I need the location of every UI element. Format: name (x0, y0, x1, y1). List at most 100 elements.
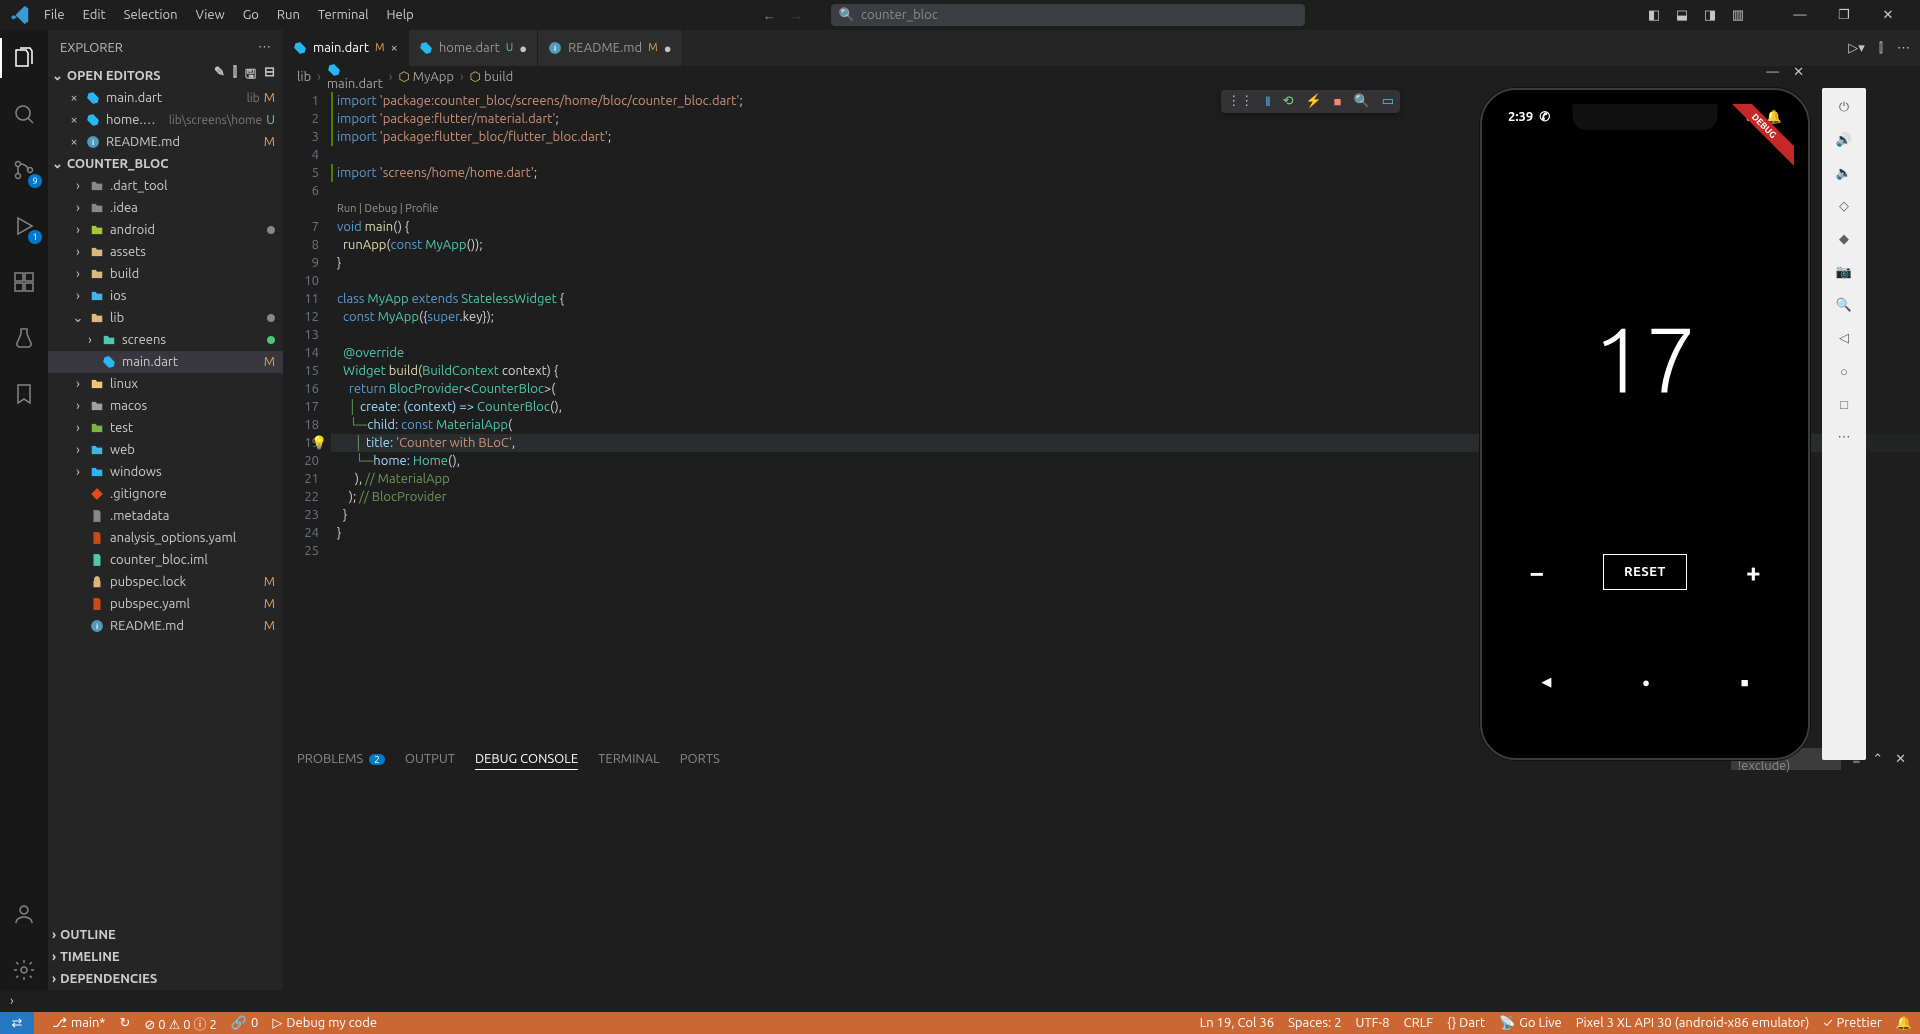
camera-icon[interactable]: 📷 (1836, 265, 1852, 280)
emulator-minimize-icon[interactable]: — (1766, 65, 1779, 79)
nav-back-icon[interactable]: ◀ (1541, 675, 1551, 690)
tree-item[interactable]: .gitignore (48, 483, 283, 505)
back-icon[interactable]: ◁ (1839, 331, 1849, 346)
tree-item[interactable]: ›android (48, 219, 283, 241)
branch-item[interactable]: ⎇main* (52, 1016, 105, 1031)
menu-help[interactable]: Help (378, 4, 421, 26)
menu-terminal[interactable]: Terminal (310, 4, 377, 26)
tree-item[interactable]: ⌄lib (48, 307, 283, 329)
tree-item[interactable]: counter_bloc.iml (48, 549, 283, 571)
editor-tab[interactable]: iREADME.mdM● (538, 30, 682, 66)
links-item[interactable]: 🔗0 (231, 1016, 259, 1031)
status-item[interactable]: ✓Prettier (1823, 1016, 1881, 1030)
close-all-icon[interactable]: ⊟ (264, 65, 275, 87)
tree-item[interactable]: ›test (48, 417, 283, 439)
save-all-icon[interactable]: 🖫 (245, 65, 256, 87)
sync-item[interactable]: ↻ (119, 1016, 130, 1031)
layout-sidebar-right-icon[interactable]: ◨ (1702, 7, 1718, 23)
open-editors-header[interactable]: ⌄ OPEN EDITORS ✎ ⫿ 🖫 ⊟ (48, 65, 283, 87)
tree-item[interactable]: ›assets (48, 241, 283, 263)
debug-toolbar[interactable]: ⋮⋮ ‖ ⟲ ⚡ ■ 🔍 ▭ (1221, 90, 1400, 113)
status-item[interactable]: UTF-8 (1356, 1016, 1390, 1030)
tree-item[interactable]: .metadata (48, 505, 283, 527)
layout-panel-icon[interactable]: ⬓ (1674, 7, 1690, 23)
split-icon[interactable]: ⫿ (1879, 41, 1883, 56)
devtools-icon[interactable]: 🔍 (1354, 94, 1370, 109)
sidebar-more-icon[interactable]: ⋯ (258, 40, 271, 55)
layout-sidebar-left-icon[interactable]: ◧ (1646, 7, 1662, 23)
menu-selection[interactable]: Selection (116, 4, 186, 26)
panel-tab-problems[interactable]: PROBLEMS2 (297, 752, 385, 766)
project-header[interactable]: ⌄ COUNTER_BLOC (48, 153, 283, 175)
tree-item[interactable]: ›screens (48, 329, 283, 351)
stop-icon[interactable]: ■ (1334, 94, 1342, 109)
tree-item[interactable]: ›ios (48, 285, 283, 307)
decrement-button[interactable]: − (1522, 558, 1552, 587)
volume-down-icon[interactable]: 🔈 (1836, 166, 1852, 181)
activity-debug-icon[interactable]: 1 (0, 206, 48, 246)
tree-item[interactable]: main.dartM (48, 351, 283, 373)
run-icon[interactable]: ▷▾ (1848, 41, 1865, 56)
zoom-icon[interactable]: 🔍 (1836, 298, 1852, 313)
status-item[interactable]: {} Dart (1447, 1016, 1485, 1030)
status-item[interactable]: CRLF (1404, 1016, 1434, 1030)
more-icon[interactable]: ⋯ (1838, 430, 1851, 445)
nav-back-icon[interactable]: ← (763, 8, 776, 23)
new-untitled-icon[interactable]: ✎ (214, 65, 225, 87)
command-center[interactable]: 🔍 counter_bloc (831, 4, 1305, 26)
collapse-icon[interactable]: ⌃ (1872, 752, 1883, 767)
tree-item[interactable]: ›web (48, 439, 283, 461)
status-item[interactable]: Spaces: 2 (1288, 1016, 1341, 1030)
tree-item[interactable]: ›.dart_tool (48, 175, 283, 197)
breadcrumb-item[interactable]: ⬡ build (470, 70, 514, 85)
tree-item[interactable]: ›.idea (48, 197, 283, 219)
panel-tab-terminal[interactable]: TERMINAL (598, 752, 660, 766)
restart-icon[interactable]: ⟲ (1283, 94, 1294, 109)
power-icon[interactable]: ⏻ (1839, 100, 1849, 115)
window-minimize-button[interactable]: — (1778, 0, 1822, 30)
panel-tab-debug-console[interactable]: DEBUG CONSOLE (475, 752, 578, 770)
menu-file[interactable]: File (36, 4, 73, 26)
nav-forward-icon[interactable]: → (790, 8, 803, 23)
tree-item[interactable]: ›macos (48, 395, 283, 417)
layout-customize-icon[interactable]: ▥ (1730, 7, 1746, 23)
home-icon[interactable]: ○ (1840, 364, 1848, 379)
breadcrumb-item[interactable]: ⬡ MyApp (398, 70, 454, 85)
section-timeline[interactable]: ›TIMELINE (48, 946, 283, 968)
status-item[interactable]: 📡Go Live (1499, 1016, 1562, 1031)
breadcrumb-item[interactable]: lib (297, 70, 311, 84)
lightbulb-icon[interactable]: 💡 (311, 434, 327, 452)
device-screen[interactable]: 2:39 ✆ ▾ ▴ 🔔 DEBUG 17 − RESET (1496, 104, 1794, 710)
panel-tab-ports[interactable]: PORTS (680, 752, 720, 766)
rotate-left-icon[interactable]: ◇ (1839, 199, 1849, 214)
tree-item[interactable]: analysis_options.yaml (48, 527, 283, 549)
menu-view[interactable]: View (188, 4, 233, 26)
status-item[interactable]: Pixel 3 XL API 30 (android-x86 emulator) (1576, 1016, 1810, 1030)
toggle-vertical-icon[interactable]: ⫿ (233, 65, 237, 87)
remote-button[interactable]: ⇄ (0, 1012, 34, 1034)
close-panel-icon[interactable]: ✕ (1895, 752, 1906, 767)
open-editor-item[interactable]: ×home.dartlib\screens\homeU (48, 109, 283, 131)
more-icon[interactable]: ⋯ (1897, 41, 1910, 56)
tree-item[interactable]: pubspec.lockM (48, 571, 283, 593)
activity-testing-icon[interactable] (0, 318, 48, 358)
volume-up-icon[interactable]: 🔊 (1836, 133, 1852, 148)
tree-item[interactable]: iREADME.mdM (48, 615, 283, 637)
menu-run[interactable]: Run (269, 4, 308, 26)
menu-go[interactable]: Go (235, 4, 267, 26)
overview-icon[interactable]: □ (1840, 397, 1848, 412)
nav-recent-icon[interactable]: ■ (1741, 675, 1749, 690)
increment-button[interactable]: + (1738, 558, 1768, 587)
inspector-icon[interactable]: ▭ (1382, 94, 1394, 109)
open-editor-item[interactable]: ×iREADME.mdM (48, 131, 283, 153)
tree-item[interactable]: ›windows (48, 461, 283, 483)
activity-account-icon[interactable] (0, 894, 48, 934)
activity-bookmark-icon[interactable] (0, 374, 48, 414)
nav-home-icon[interactable]: ● (1642, 675, 1650, 690)
debug-console-content[interactable] (283, 775, 1920, 990)
reset-button[interactable]: RESET (1603, 554, 1687, 590)
breadcrumb-toggle-icon[interactable]: › (10, 994, 14, 1008)
section-dependencies[interactable]: ›DEPENDENCIES (48, 968, 283, 990)
tree-item[interactable]: ›linux (48, 373, 283, 395)
activity-search-icon[interactable] (0, 94, 48, 134)
